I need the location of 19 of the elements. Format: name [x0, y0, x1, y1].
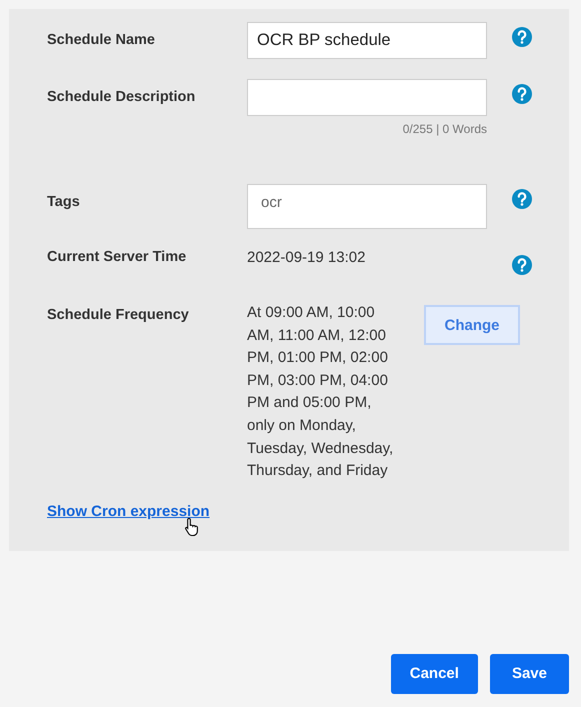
field-label: Tags: [47, 193, 81, 210]
help-icon[interactable]: [512, 255, 532, 275]
cron-expression-link[interactable]: Show Cron expression: [47, 502, 210, 520]
input-field[interactable]: [247, 79, 487, 116]
field-label: Schedule Name: [47, 31, 156, 48]
field-label: Current Server Time: [47, 249, 188, 265]
input-field[interactable]: OCR BP schedule: [247, 22, 487, 59]
help-icon[interactable]: [512, 27, 532, 47]
field-label: Schedule Description: [47, 88, 196, 105]
server-time: 2022-09-19 13:02: [247, 249, 366, 266]
help-icon[interactable]: [512, 84, 532, 104]
tags-field[interactable]: ocr: [247, 184, 487, 229]
help-icon[interactable]: [512, 189, 532, 209]
frequency-description: At 09:00 AM, 10:00 AM, 11:00 AM, 12:00 PM, 01:00 PM, 02:00 PM, 03:00 PM, 04:00 PM and 05:00 PM, only on Monday, Tuesday, Wednesday, Thursday, and Friday: [247, 303, 394, 482]
character-counter: 0/255 | 0 Words: [402, 122, 487, 136]
field-label: Schedule Frequency: [47, 306, 190, 323]
action-button[interactable]: Save: [490, 654, 569, 694]
action-button[interactable]: Cancel: [390, 654, 478, 694]
change-button[interactable]: Change: [424, 305, 520, 345]
